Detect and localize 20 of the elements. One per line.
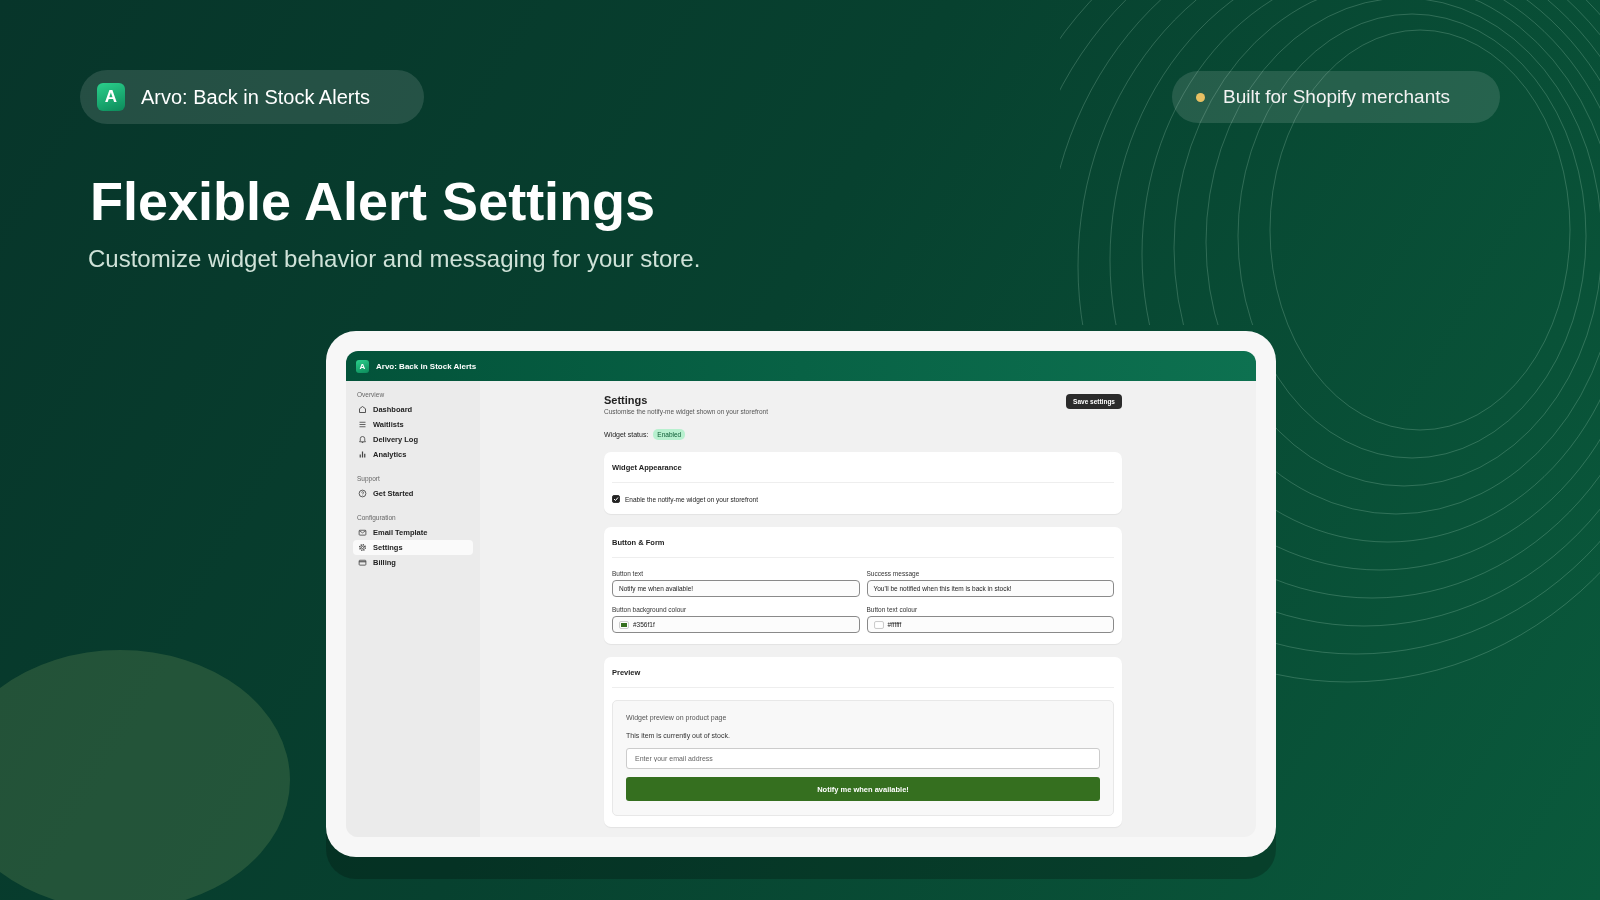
color-swatch[interactable]: [873, 620, 884, 629]
mail-icon: [358, 528, 367, 538]
app-name: Arvo: Back in Stock Alerts: [141, 85, 370, 109]
tagline: Built for Shopify merchants: [1222, 86, 1450, 108]
app-title: Arvo: Back in Stock Alerts: [376, 361, 477, 371]
color-swatch[interactable]: [619, 620, 629, 629]
checkbox[interactable]: [612, 495, 620, 504]
headline: Flexible Alert Settings: [90, 172, 657, 232]
app-logo: A: [356, 359, 369, 373]
credit-card-icon: [358, 558, 367, 568]
bar-chart-icon: [358, 450, 367, 460]
list-icon: [358, 420, 367, 430]
home-icon: [358, 405, 367, 415]
subheadline: Customize widget behavior and messaging for your store.: [88, 245, 702, 274]
settings-icon: [358, 543, 367, 553]
help-icon: [358, 489, 367, 499]
bell-icon: [358, 435, 367, 445]
dot-icon: [1195, 92, 1205, 102]
page-title: Settings: [604, 394, 649, 407]
app-logo: A: [97, 83, 125, 111]
